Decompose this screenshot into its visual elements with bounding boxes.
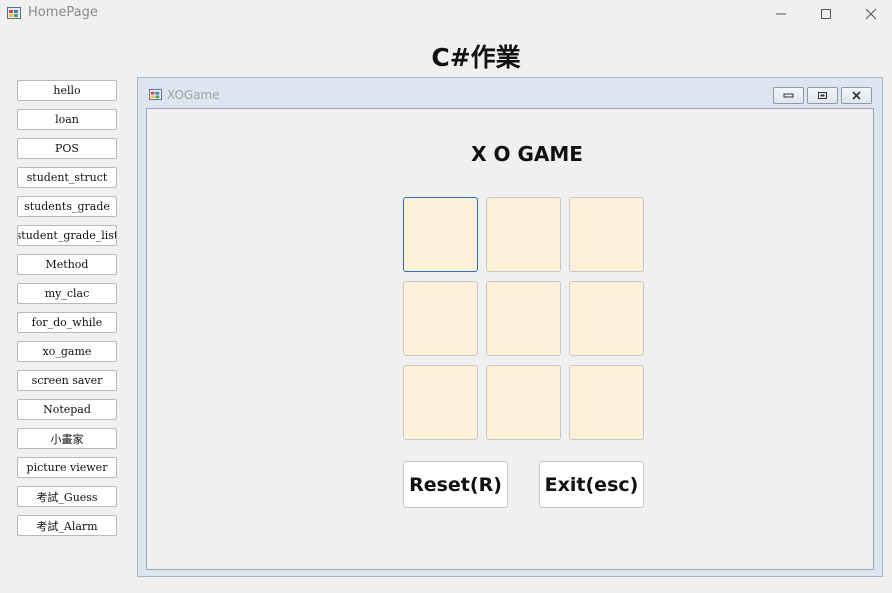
nav-button[interactable]: screen saver	[17, 370, 117, 391]
reset-button[interactable]: Reset(R)	[403, 461, 508, 508]
nav-button[interactable]: student_struct	[17, 167, 117, 188]
child-restore-button[interactable]	[807, 87, 838, 104]
game-title: X O GAME	[471, 142, 583, 166]
window-title: HomePage	[28, 5, 98, 20]
child-minimize-icon	[783, 93, 794, 98]
xo-game-window: XOGame X O GAME Reset(R) Exit(esc)	[137, 77, 883, 577]
nav-button[interactable]: hello	[17, 80, 117, 101]
child-app-icon	[149, 88, 162, 101]
child-window-title: XOGame	[167, 88, 220, 102]
board-cell[interactable]	[403, 197, 478, 272]
nav-button[interactable]: 考試_Alarm	[17, 515, 117, 536]
nav-button[interactable]: for_do_while	[17, 312, 117, 333]
page-heading: C#作業	[431, 43, 521, 72]
maximize-icon	[821, 9, 831, 19]
nav-button[interactable]: loan	[17, 109, 117, 130]
board-cell[interactable]	[486, 281, 561, 356]
board-cell[interactable]	[569, 197, 644, 272]
nav-button[interactable]: POS	[17, 138, 117, 159]
board-cell[interactable]	[403, 281, 478, 356]
minimize-icon	[776, 13, 786, 15]
nav-button[interactable]: xo_game	[17, 341, 117, 362]
nav-button[interactable]: Notepad	[17, 399, 117, 420]
board-cell[interactable]	[403, 365, 478, 440]
title-bar: HomePage	[0, 0, 892, 28]
child-close-button[interactable]	[841, 87, 872, 104]
nav-button[interactable]: my_clac	[17, 283, 117, 304]
app-icon	[7, 7, 21, 19]
board-cell[interactable]	[569, 281, 644, 356]
nav-button[interactable]: 小畫家	[17, 428, 117, 449]
minimize-button[interactable]	[758, 0, 804, 28]
nav-button[interactable]: picture viewer	[17, 457, 117, 478]
exit-button[interactable]: Exit(esc)	[539, 461, 644, 508]
board-cell[interactable]	[486, 365, 561, 440]
nav-button[interactable]: 考試_Guess	[17, 486, 117, 507]
close-button[interactable]	[848, 0, 892, 28]
maximize-button[interactable]	[803, 0, 849, 28]
child-close-icon	[852, 91, 861, 100]
nav-button[interactable]: Method	[17, 254, 117, 275]
close-icon	[865, 8, 877, 20]
nav-button[interactable]: students_grade	[17, 196, 117, 217]
board-cell[interactable]	[486, 197, 561, 272]
child-restore-icon	[818, 92, 827, 99]
child-minimize-button[interactable]	[773, 87, 804, 104]
board-cell[interactable]	[569, 365, 644, 440]
child-title-bar[interactable]: XOGame	[138, 78, 882, 108]
nav-button[interactable]: student_grade_list	[17, 225, 117, 246]
game-panel: X O GAME Reset(R) Exit(esc)	[146, 108, 874, 570]
